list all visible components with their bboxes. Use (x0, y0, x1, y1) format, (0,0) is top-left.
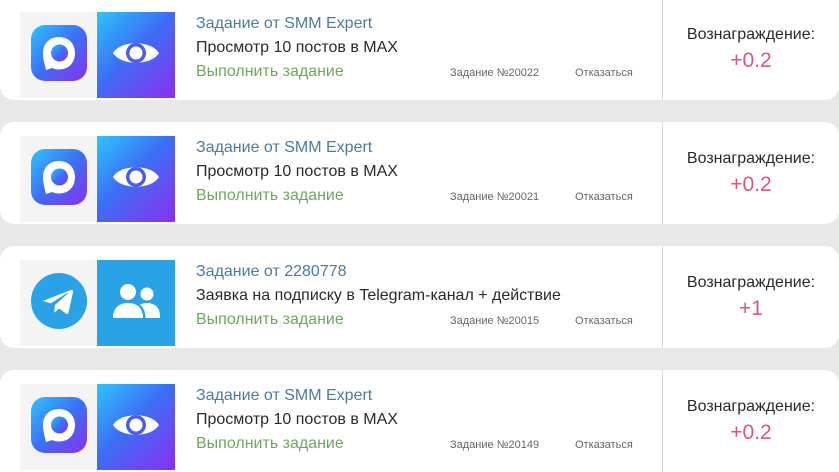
action-icon-box (97, 260, 175, 346)
reward-value: +0.2 (730, 173, 772, 196)
platform-icon-box (20, 384, 98, 470)
platform-icon-box (20, 260, 98, 346)
task-author-link[interactable]: Задание от SMM Expert (196, 12, 656, 36)
reward-label: Вознаграждение: (686, 398, 816, 415)
task-author-link[interactable]: Задание от SMM Expert (196, 136, 656, 160)
action-icon-box (97, 384, 175, 470)
max-messenger-icon (31, 396, 87, 458)
task-card: Задание от SMM Expert Просмотр 10 постов… (0, 122, 839, 224)
decline-link[interactable]: Отказаться (575, 191, 633, 203)
platform-icon-box (20, 136, 98, 222)
reward-value: +0.2 (730, 421, 772, 444)
task-number: Задание №20149 (450, 439, 540, 451)
task-card: Задание от SMM Expert Просмотр 10 постов… (0, 0, 839, 100)
telegram-icon (31, 272, 87, 334)
task-card: Задание от SMM Expert Просмотр 10 постов… (0, 370, 839, 472)
decline-link[interactable]: Отказаться (575, 439, 633, 451)
task-number: Задание №20021 (450, 191, 540, 203)
action-icon-box (97, 136, 175, 222)
task-number: Задание №20022 (450, 67, 540, 79)
action-icon-box (97, 12, 175, 98)
eye-icon (111, 408, 161, 447)
task-author-link[interactable]: Задание от SMM Expert (196, 384, 656, 408)
reward-value: +0.2 (730, 49, 772, 72)
task-number: Задание №20015 (450, 315, 540, 327)
task-title: Заявка на подписку в Telegram-канал + де… (196, 287, 561, 304)
eye-icon (111, 160, 161, 199)
task-title: Просмотр 10 постов в MAX (196, 39, 398, 56)
task-list: Задание от SMM Expert Просмотр 10 постов… (0, 0, 839, 472)
platform-icon-box (20, 12, 98, 98)
reward-label: Вознаграждение: (686, 26, 816, 43)
reward-label: Вознаграждение: (686, 150, 816, 167)
decline-link[interactable]: Отказаться (575, 315, 633, 327)
task-title: Просмотр 10 постов в MAX (196, 163, 398, 180)
users-icon (110, 282, 162, 325)
eye-icon (111, 36, 161, 75)
task-author-link[interactable]: Задание от 2280778 (196, 260, 656, 284)
reward-label: Вознаграждение: (686, 274, 816, 291)
reward-value: +1 (739, 297, 763, 320)
task-title: Просмотр 10 постов в MAX (196, 411, 398, 428)
task-card: Задание от 2280778 Заявка на подписку в … (0, 246, 839, 348)
decline-link[interactable]: Отказаться (575, 67, 633, 79)
max-messenger-icon (31, 24, 87, 86)
max-messenger-icon (31, 148, 87, 210)
